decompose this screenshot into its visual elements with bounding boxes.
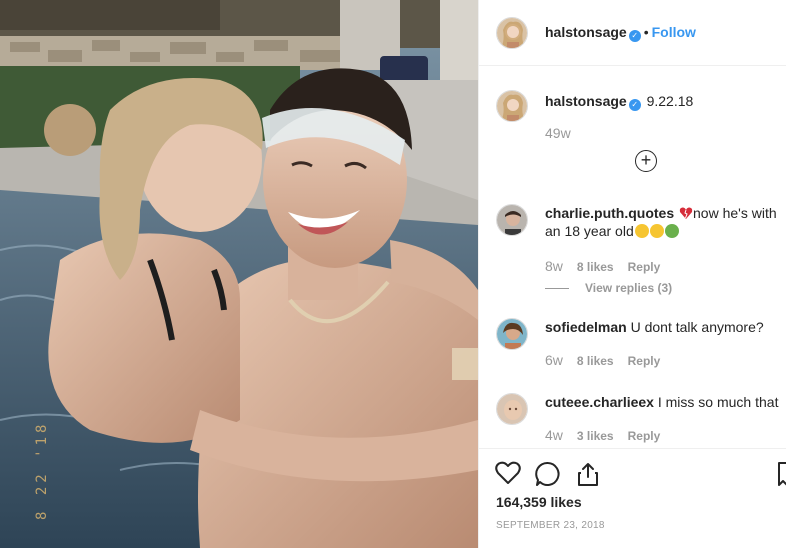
photo-date-stamp: 8 22 '18 bbox=[34, 420, 50, 520]
comment-text: sofiedelman U dont talk anymore? bbox=[545, 318, 785, 336]
flushed-face-emoji-icon bbox=[649, 224, 664, 238]
comment-time[interactable]: 8w bbox=[545, 258, 563, 274]
comment-body: U dont talk anymore? bbox=[630, 319, 764, 335]
reply-button[interactable]: Reply bbox=[628, 260, 661, 274]
post-actions: 164,359 likes SEPTEMBER 23, 2018 bbox=[479, 448, 786, 548]
verified-badge-icon: ✓ bbox=[628, 30, 641, 42]
comment-likes[interactable]: 8 likes bbox=[577, 260, 614, 274]
comment-likes[interactable]: 8 likes bbox=[577, 354, 614, 368]
comment-time[interactable]: 6w bbox=[545, 352, 563, 368]
crying-face-emoji-icon bbox=[634, 224, 649, 238]
comment-bubble-icon[interactable] bbox=[535, 461, 561, 492]
commenter-avatar[interactable] bbox=[496, 318, 528, 350]
post-side-panel: halstonsage ✓ • Follow halstonsage ✓ 9.22.18… bbox=[478, 0, 786, 548]
comment-body: I miss so much that bbox=[657, 394, 779, 410]
author-avatar[interactable] bbox=[496, 17, 528, 49]
nauseated-face-emoji-icon bbox=[664, 224, 679, 238]
post-date[interactable]: SEPTEMBER 23, 2018 bbox=[496, 520, 605, 531]
caption-author-avatar[interactable] bbox=[496, 90, 528, 122]
commenter-username[interactable]: sofiedelman bbox=[545, 319, 627, 335]
separator-dot: • bbox=[643, 24, 649, 40]
broken-heart-emoji-icon bbox=[679, 206, 693, 220]
verified-badge-icon: ✓ bbox=[628, 99, 641, 111]
follow-button[interactable]: Follow bbox=[652, 24, 696, 40]
commenter-avatar[interactable] bbox=[496, 393, 528, 425]
commenter-avatar[interactable] bbox=[496, 204, 528, 236]
caption-text: 9.22.18 bbox=[646, 93, 694, 109]
likes-count[interactable]: 164,359 likes bbox=[496, 494, 582, 510]
comment-likes[interactable]: 3 likes bbox=[577, 429, 614, 443]
reply-button[interactable]: Reply bbox=[628, 429, 661, 443]
comment-meta: 6w 8 likes Reply bbox=[545, 352, 660, 368]
author-username[interactable]: halstonsage bbox=[545, 24, 627, 40]
post-header: halstonsage ✓ • Follow bbox=[479, 0, 786, 66]
like-heart-icon[interactable] bbox=[495, 461, 521, 490]
commenter-username[interactable]: charlie.puth.quotes bbox=[545, 205, 674, 221]
post-photo-image bbox=[0, 0, 478, 548]
load-more-comments-plus-icon[interactable]: + bbox=[635, 150, 657, 172]
reply-button[interactable]: Reply bbox=[628, 354, 661, 368]
share-icon[interactable] bbox=[575, 461, 601, 492]
replies-divider-line bbox=[545, 288, 569, 290]
caption-author-username[interactable]: halstonsage bbox=[545, 93, 627, 109]
save-bookmark-icon[interactable] bbox=[777, 461, 786, 492]
comment-text: cuteee.charlieex I miss so much that bbox=[545, 393, 785, 411]
caption-timestamp[interactable]: 49w bbox=[545, 125, 571, 141]
view-replies-button[interactable]: View replies (3) bbox=[545, 281, 672, 295]
comment-meta: 8w 8 likes Reply bbox=[545, 258, 660, 274]
comment-text: charlie.puth.quotes now he's with an 18 … bbox=[545, 204, 785, 240]
comment-meta: 4w 3 likes Reply bbox=[545, 427, 660, 443]
comment-time[interactable]: 4w bbox=[545, 427, 563, 443]
post-photo[interactable]: 8 22 '18 bbox=[0, 0, 478, 548]
commenter-username[interactable]: cuteee.charlieex bbox=[545, 394, 654, 410]
